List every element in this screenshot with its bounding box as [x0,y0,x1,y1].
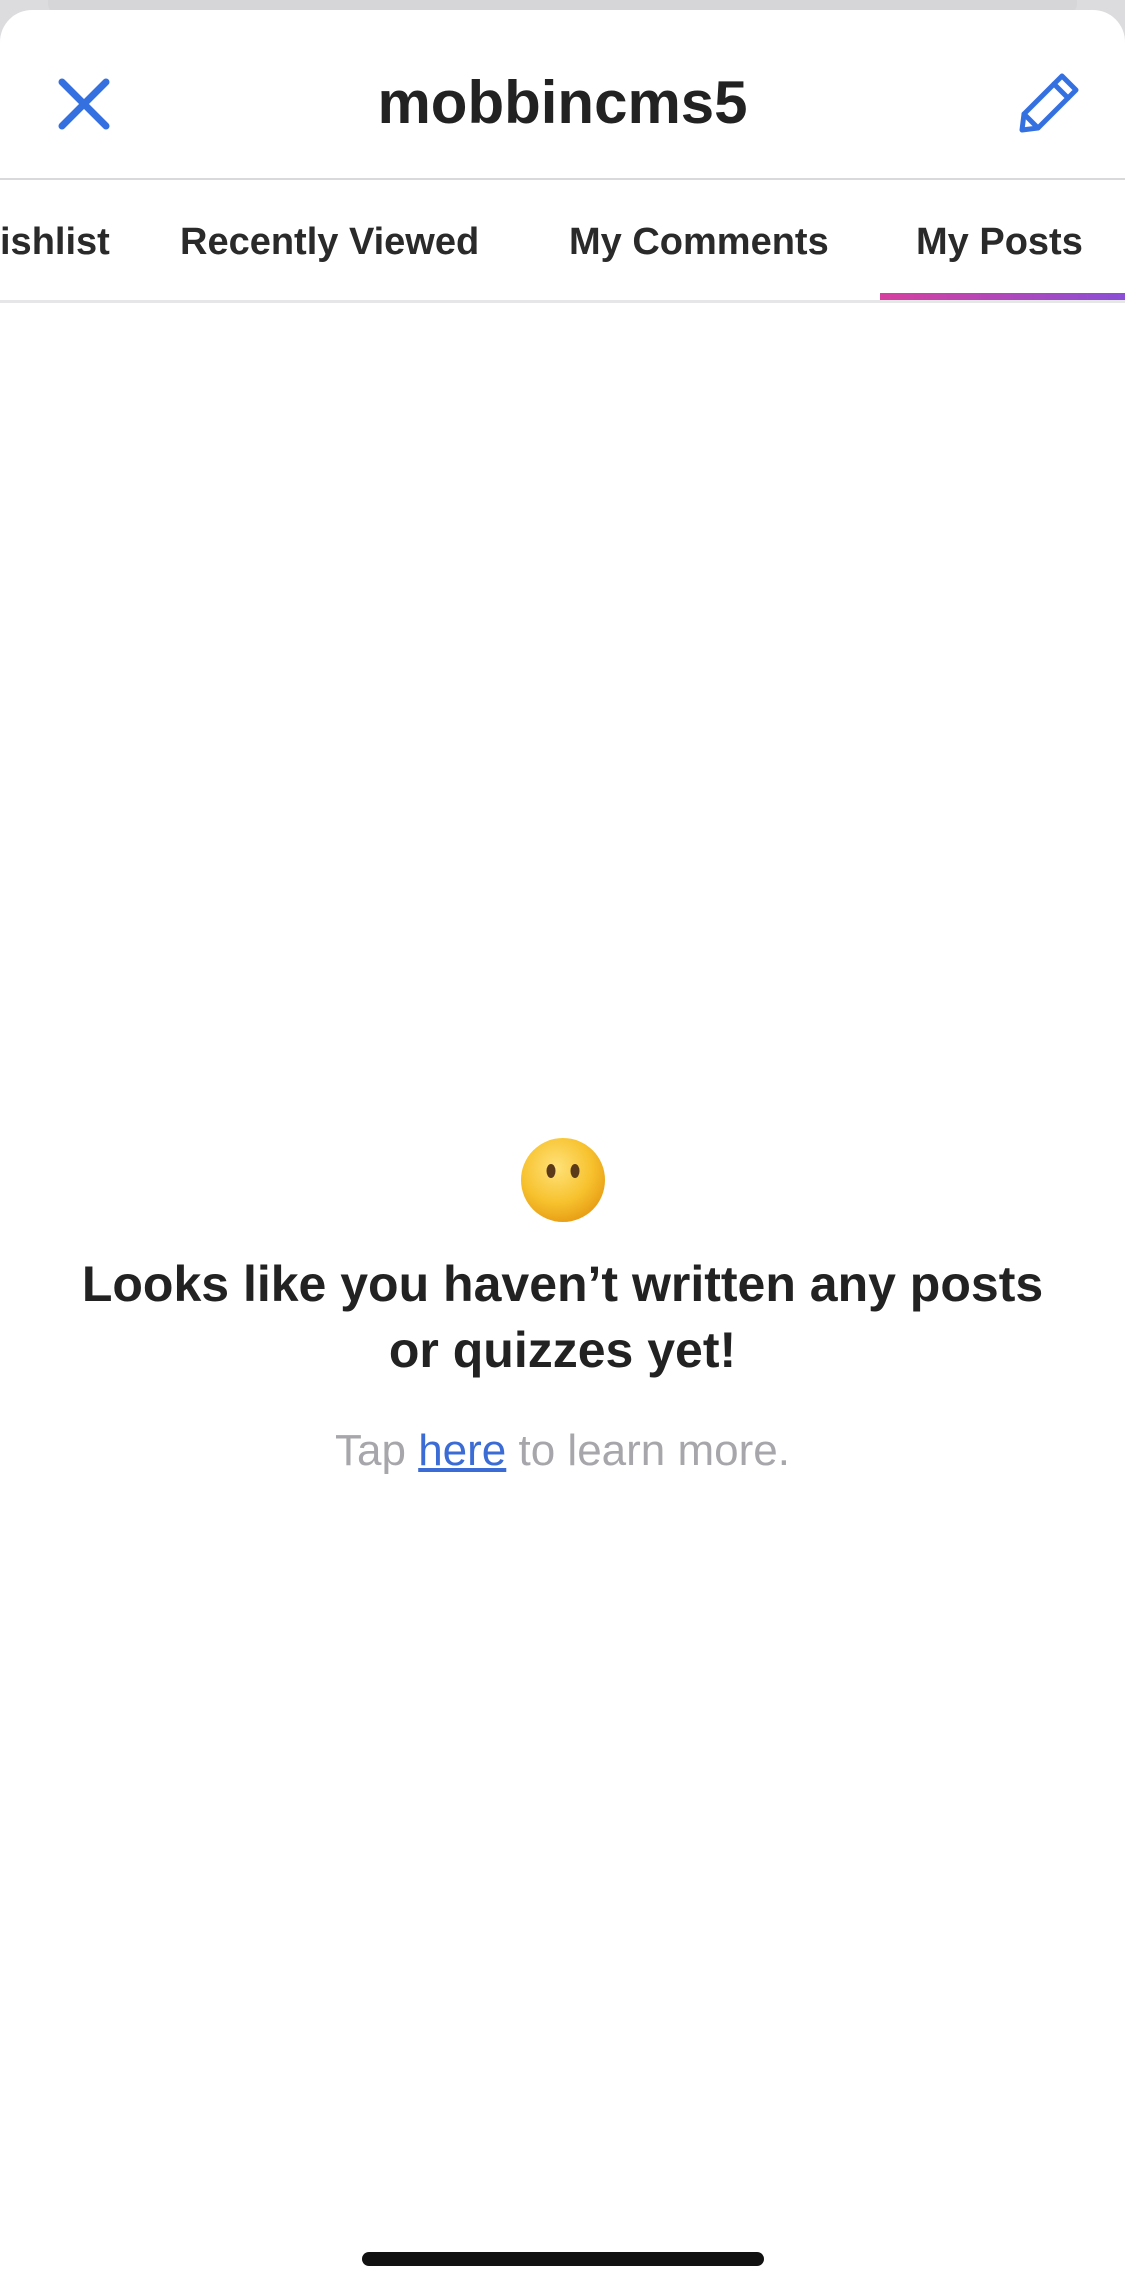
active-tab-indicator [880,293,1125,300]
learn-more-text: Tap here to learn more. [0,1421,1125,1481]
learn-more-prefix: Tap [335,1426,419,1475]
profile-tabs: ishlist Recently Viewed My Comments My P… [0,180,1125,303]
close-button[interactable] [40,60,128,148]
tab-wishlist[interactable]: ishlist [0,180,110,300]
learn-more-link[interactable]: here [418,1426,506,1475]
home-indicator [362,2252,764,2266]
profile-sheet: mobbincms5 ishlist Recently Viewed My Co… [0,10,1125,2284]
pencil-icon [1019,73,1079,133]
empty-state: Looks like you haven’t written any posts… [0,1135,1125,1481]
tab-my-comments[interactable]: My Comments [569,180,829,300]
empty-state-message: Looks like you haven’t written any posts… [81,1256,1044,1378]
learn-more-suffix: to learn more. [506,1426,790,1475]
tab-my-posts[interactable]: My Posts [916,180,1083,300]
face-without-mouth-icon [520,1138,605,1222]
edit-profile-button[interactable] [1004,58,1094,148]
header-bar: mobbincms5 [0,10,1125,180]
tab-recently-viewed[interactable]: Recently Viewed [180,180,479,300]
page-title: mobbincms5 [377,69,748,136]
close-icon [58,78,110,130]
